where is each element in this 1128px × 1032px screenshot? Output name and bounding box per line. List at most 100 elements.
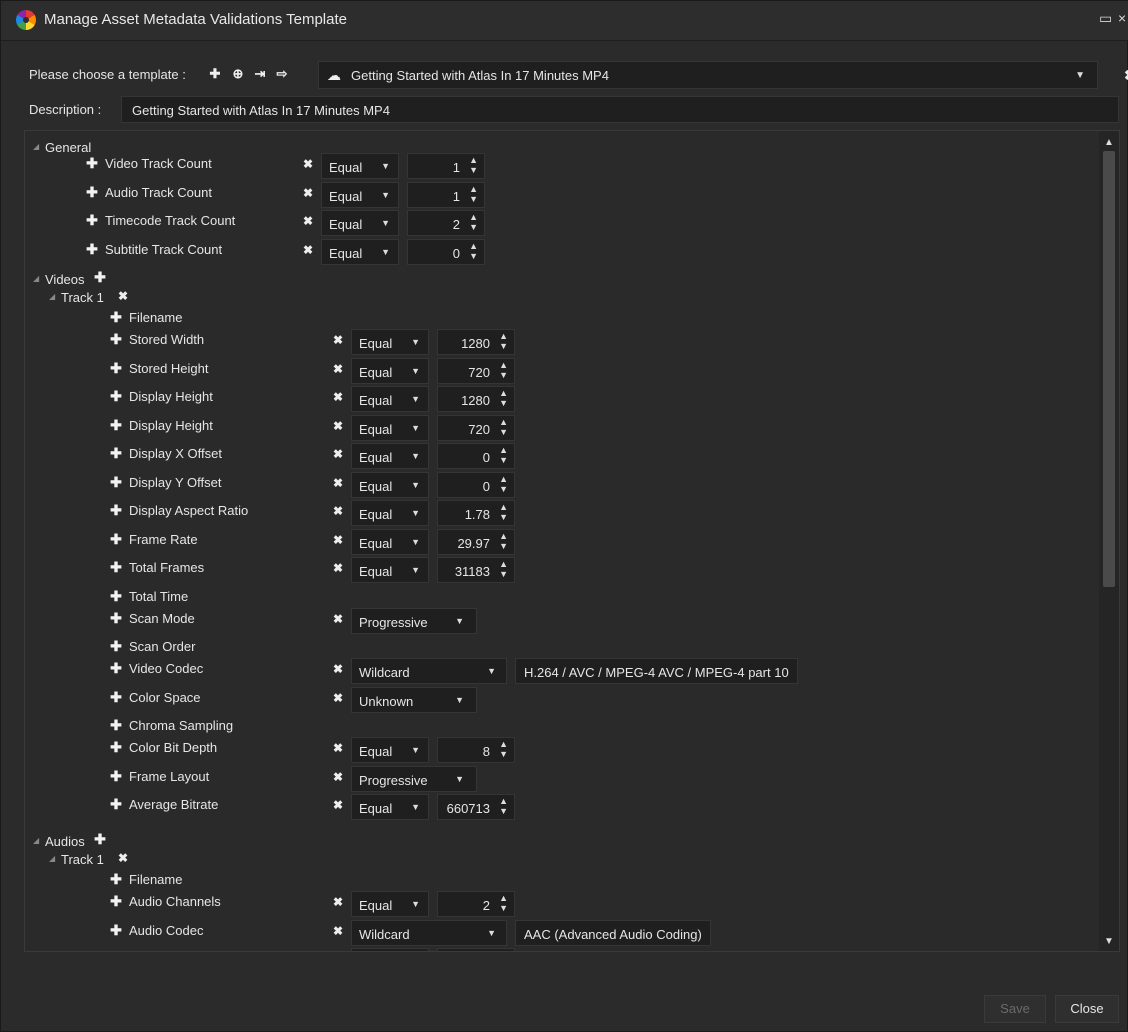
close-window-icon[interactable]: ×	[1118, 10, 1126, 26]
export-icon[interactable]: ⇨	[274, 65, 290, 83]
operator-select[interactable]: Equal▼	[321, 181, 399, 208]
value-spinner[interactable]: 2 ▲ ▼	[407, 210, 485, 236]
remove-video-track-icon[interactable]: ✖	[116, 289, 130, 305]
operator-select[interactable]: Equal▼	[351, 891, 429, 917]
add-rule-icon[interactable]: ✚	[109, 475, 123, 489]
spinner-arrows-icon[interactable]: ▲▼	[499, 417, 508, 437]
mode-select[interactable]: Progressive ▼	[351, 607, 477, 634]
add-rule-icon[interactable]: ✚	[109, 389, 123, 403]
spinner-arrows-icon[interactable]: ▲▼	[469, 155, 478, 175]
remove-rule-icon[interactable]: ✖	[301, 186, 315, 202]
spinner-arrows-icon[interactable]: ▲▼	[499, 388, 508, 408]
operator-select[interactable]: Equal▼	[351, 386, 429, 412]
add-rule-icon[interactable]: ✚	[109, 589, 123, 603]
operator-select[interactable]: Equal▼	[351, 443, 429, 469]
mode-select[interactable]: Unknown ▼	[351, 686, 477, 713]
clear-template-icon[interactable]: ✖	[1124, 67, 1128, 84]
operator-select[interactable]: Equal▼	[321, 238, 399, 265]
spinner-arrows-icon[interactable]: ▲▼	[499, 531, 508, 551]
spinner-arrows-icon[interactable]: ▲▼	[499, 331, 508, 351]
remove-rule-icon[interactable]: ✖	[331, 533, 345, 549]
scroll-down-icon[interactable]: ▼	[1104, 936, 1114, 947]
add-rule-icon[interactable]: ✚	[109, 951, 123, 952]
spinner-arrows-icon[interactable]: ▲▼	[499, 360, 508, 380]
add-rule-icon[interactable]: ✚	[109, 690, 123, 704]
add-rule-icon[interactable]: ✚	[85, 156, 99, 170]
remove-rule-icon[interactable]: ✖	[301, 214, 315, 230]
add-rule-icon[interactable]: ✚	[109, 718, 123, 732]
operator-select[interactable]: Equal▼	[351, 948, 429, 951]
value-spinner[interactable]: 1 ▲ ▼	[407, 181, 485, 208]
remove-rule-icon[interactable]: ✖	[331, 924, 345, 940]
remove-rule-icon[interactable]: ✖	[331, 770, 345, 786]
operator-select[interactable]: Equal▼	[351, 737, 429, 763]
remove-rule-icon[interactable]: ✖	[301, 243, 315, 259]
scroll-up-icon[interactable]: ▲	[1104, 137, 1114, 148]
value-spinner[interactable]: 660713 ▲ ▼	[437, 794, 515, 820]
operator-select[interactable]: Wildcard ▼	[351, 658, 507, 684]
add-rule-icon[interactable]: ✚	[109, 740, 123, 754]
remove-rule-icon[interactable]: ✖	[331, 662, 345, 678]
remove-rule-icon[interactable]: ✖	[331, 798, 345, 814]
collapse-arrow-icon[interactable]: ◢	[33, 142, 39, 151]
add-rule-icon[interactable]: ✚	[109, 503, 123, 517]
spinner-arrows-icon[interactable]: ▲▼	[469, 212, 478, 232]
value-spinner[interactable]: 720 ▲ ▼	[437, 414, 515, 441]
value-input[interactable]: AAC (Advanced Audio Coding)	[515, 919, 711, 946]
add-videos-icon[interactable]: ✚	[93, 270, 107, 284]
add-rule-icon[interactable]: ✚	[109, 418, 123, 432]
operator-select[interactable]: Equal▼	[351, 414, 429, 441]
spinner-arrows-icon[interactable]: ▲▼	[499, 474, 508, 494]
add-rule-icon[interactable]: ✚	[109, 560, 123, 574]
mode-select[interactable]: Progressive ▼	[351, 765, 477, 792]
add-rule-icon[interactable]: ✚	[109, 872, 123, 886]
spinner-arrows-icon[interactable]: ▲▼	[499, 893, 508, 913]
operator-select[interactable]: Equal▼	[321, 210, 399, 236]
validation-tree[interactable]: ▲ ▼ ◢ General ✚ Video Track Count ✖ Equal ▼ 1 ▲ ▼…	[24, 130, 1120, 952]
spinner-arrows-icon[interactable]: ▲▼	[499, 739, 508, 759]
collapse-arrow-icon[interactable]: ◢	[33, 274, 39, 283]
value-spinner[interactable]: 0 ▲ ▼	[437, 471, 515, 498]
remove-rule-icon[interactable]: ✖	[331, 362, 345, 378]
collapse-arrow-icon[interactable]: ◢	[49, 292, 55, 301]
remove-audio-track-icon[interactable]: ✖	[116, 851, 130, 867]
value-spinner[interactable]: 1280 ▲ ▼	[437, 386, 515, 412]
operator-select[interactable]: Equal▼	[321, 153, 399, 179]
spinner-arrows-icon[interactable]: ▲▼	[499, 445, 508, 465]
remove-rule-icon[interactable]: ✖	[331, 419, 345, 435]
template-select[interactable]: ☁ Getting Started with Atlas In 17 Minut…	[318, 61, 1098, 89]
remove-rule-icon[interactable]: ✖	[331, 447, 345, 463]
remove-rule-icon[interactable]: ✖	[331, 741, 345, 757]
operator-select[interactable]: Wildcard ▼	[351, 919, 507, 946]
add-rule-icon[interactable]: ✚	[109, 446, 123, 460]
add-rule-icon[interactable]: ✚	[109, 661, 123, 675]
spinner-arrows-icon[interactable]: ▲▼	[499, 796, 508, 816]
description-input[interactable]: Getting Started with Atlas In 17 Minutes…	[121, 96, 1119, 123]
add-circle-icon[interactable]: ⊕	[230, 65, 246, 83]
add-rule-icon[interactable]: ✚	[109, 332, 123, 346]
collapse-arrow-icon[interactable]: ◢	[33, 836, 39, 845]
operator-select[interactable]: Equal▼	[351, 794, 429, 820]
add-rule-icon[interactable]: ✚	[109, 769, 123, 783]
maximize-icon[interactable]: ▭	[1099, 10, 1112, 27]
operator-select[interactable]: Equal▼	[351, 528, 429, 555]
scrollbar-thumb[interactable]	[1103, 151, 1115, 587]
value-spinner[interactable]: 1.78 ▲ ▼	[437, 500, 515, 526]
add-audios-icon[interactable]: ✚	[93, 832, 107, 846]
spinner-arrows-icon[interactable]: ▲▼	[469, 241, 478, 261]
add-rule-icon[interactable]: ✚	[109, 532, 123, 546]
value-spinner[interactable]: 0 ▲ ▼	[437, 443, 515, 469]
add-rule-icon[interactable]: ✚	[85, 213, 99, 227]
remove-rule-icon[interactable]: ✖	[331, 504, 345, 520]
add-rule-icon[interactable]: ✚	[85, 185, 99, 199]
spinner-arrows-icon[interactable]: ▲▼	[469, 184, 478, 204]
close-button[interactable]: Close	[1055, 995, 1119, 1023]
add-rule-icon[interactable]: ✚	[109, 797, 123, 811]
operator-select[interactable]: Equal▼	[351, 500, 429, 526]
value-spinner[interactable]: 44100▲▼	[437, 948, 515, 951]
value-spinner[interactable]: 29.97 ▲ ▼	[437, 528, 515, 555]
add-rule-icon[interactable]: ✚	[109, 611, 123, 625]
spinner-arrows-icon[interactable]: ▲▼	[499, 559, 508, 579]
save-button[interactable]: Save	[984, 995, 1046, 1023]
operator-select[interactable]: Equal▼	[351, 329, 429, 355]
